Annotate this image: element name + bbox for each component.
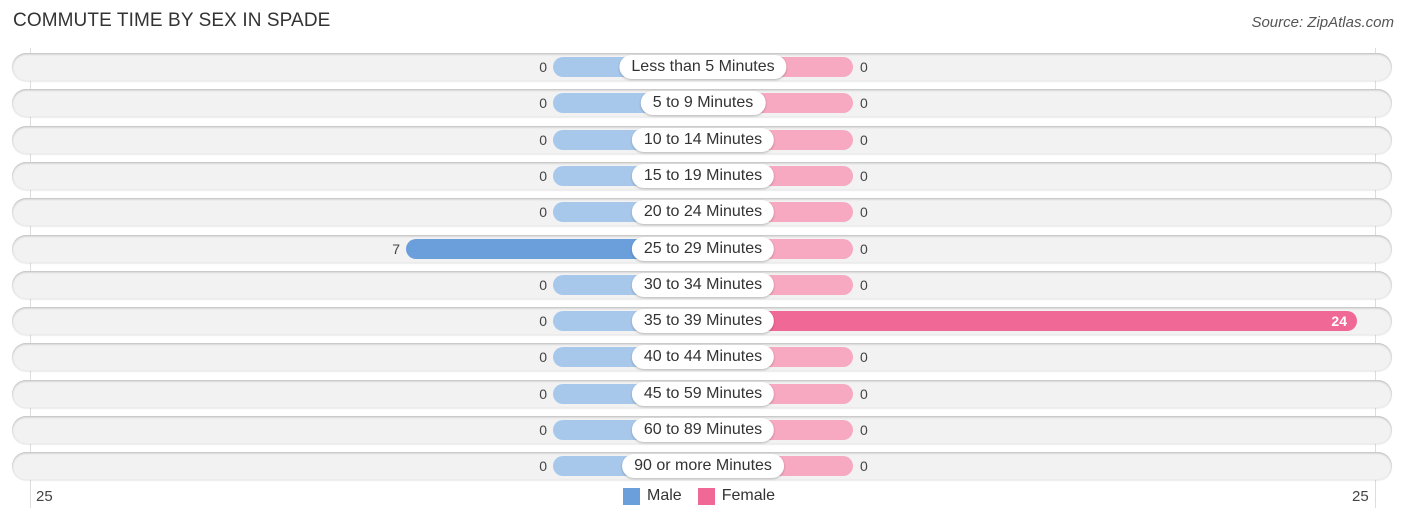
right-axis-tick: 25 (1352, 488, 1369, 505)
value-label-female: 0 (860, 131, 868, 148)
value-label-female: 0 (860, 385, 868, 402)
value-label-female: 0 (860, 167, 868, 184)
category-label: 20 to 24 Minutes (631, 200, 775, 225)
legend: Male Female (623, 487, 791, 505)
value-label-male: 0 (539, 349, 547, 366)
value-label-female: 0 (860, 95, 868, 112)
value-label-female: 0 (860, 204, 868, 221)
value-label-female: 24 (1331, 313, 1347, 330)
value-label-female: 0 (860, 422, 868, 438)
bar-female (703, 311, 1357, 332)
legend-swatch-female (697, 487, 715, 505)
category-label: 30 to 34 Minutes (631, 272, 775, 297)
category-label: 10 to 14 Minutes (631, 127, 775, 152)
legend-item-male: Male (623, 487, 682, 505)
value-label-female: 0 (860, 458, 868, 475)
value-label-male: 0 (539, 167, 547, 184)
value-label-female: 0 (860, 276, 868, 293)
value-label-male: 0 (539, 458, 547, 475)
value-label-male: 0 (539, 204, 547, 221)
value-label-male: 7 (392, 240, 400, 257)
value-label-male: 0 (539, 131, 547, 148)
category-label: 40 to 44 Minutes (631, 345, 775, 370)
chart-title: COMMUTE TIME BY SEX IN SPADE (13, 10, 331, 31)
value-label-male: 0 (539, 95, 547, 112)
category-label: 25 to 29 Minutes (631, 236, 775, 261)
value-label-female: 0 (860, 349, 868, 366)
category-label: 15 to 19 Minutes (631, 163, 775, 188)
legend-label-female: Female (721, 487, 776, 504)
category-label: 60 to 89 Minutes (631, 418, 775, 442)
value-label-female: 0 (860, 240, 868, 257)
legend-swatch-male (623, 487, 640, 505)
value-label-male: 0 (539, 59, 547, 75)
category-label: 35 to 39 Minutes (631, 309, 775, 334)
value-label-female: 0 (860, 59, 868, 75)
category-label: 45 to 59 Minutes (631, 381, 775, 406)
source-label: Source: ZipAtlas.com (1251, 14, 1394, 31)
category-label: 90 or more Minutes (622, 454, 784, 479)
value-label-male: 0 (539, 422, 547, 438)
legend-label-male: Male (647, 487, 682, 504)
value-label-male: 0 (539, 276, 547, 293)
left-axis-tick: 25 (36, 488, 53, 505)
category-label: Less than 5 Minutes (619, 55, 787, 79)
value-label-male: 0 (539, 385, 547, 402)
value-label-male: 0 (539, 313, 547, 330)
category-label: 5 to 9 Minutes (640, 91, 766, 116)
legend-item-female: Female (697, 487, 776, 505)
